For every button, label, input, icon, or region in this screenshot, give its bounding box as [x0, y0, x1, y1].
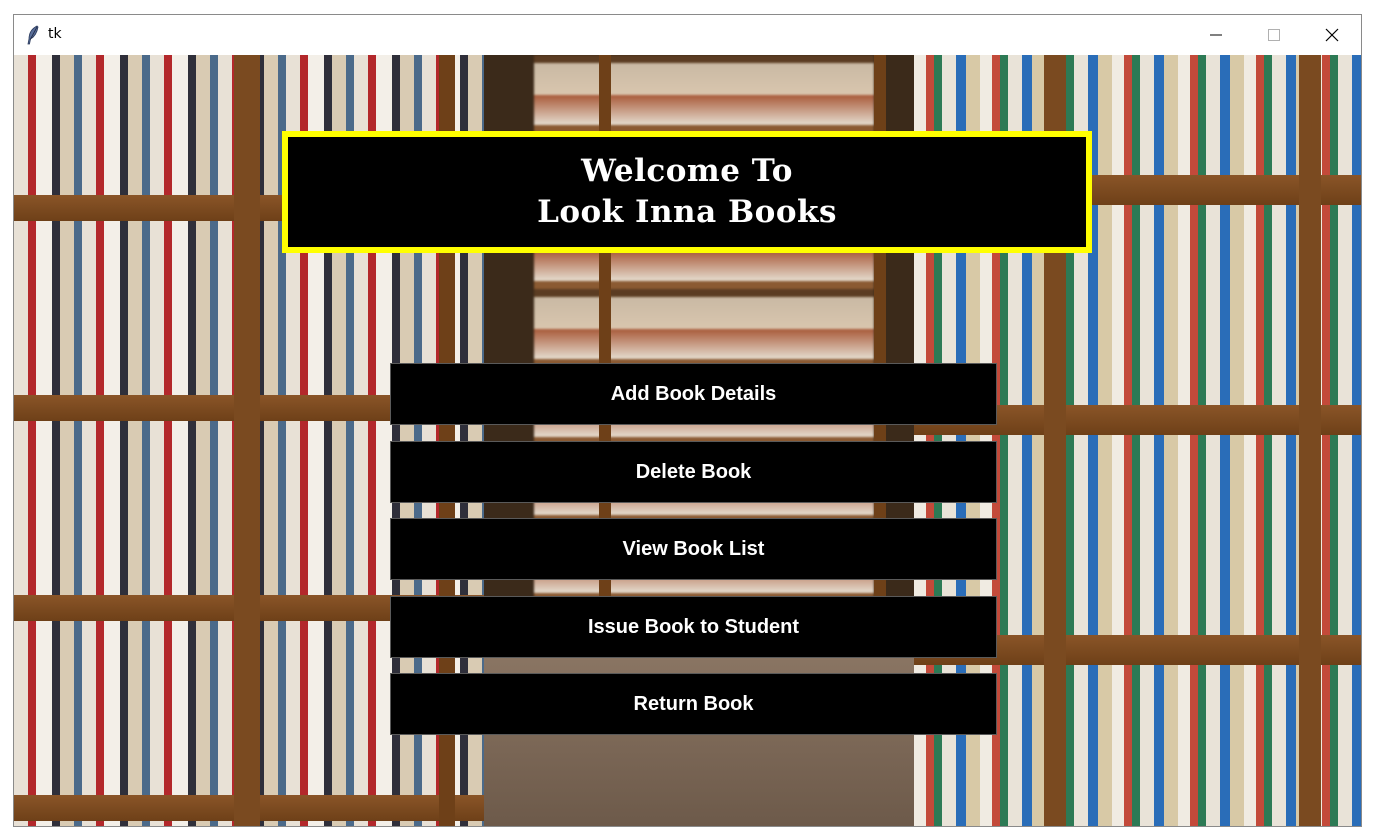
close-button[interactable]: [1303, 15, 1361, 55]
window-title: tk: [48, 26, 62, 42]
issue-book-to-student-button[interactable]: Issue Book to Student: [390, 596, 997, 658]
welcome-heading-line2: Look Inna Books: [537, 194, 837, 230]
shelf-post: [1299, 55, 1321, 826]
shelf-post: [234, 55, 260, 826]
title-bar[interactable]: tk: [14, 15, 1361, 55]
welcome-heading-line1: Welcome To: [581, 153, 793, 189]
return-book-button[interactable]: Return Book: [390, 673, 997, 735]
view-book-list-button[interactable]: View Book List: [390, 518, 997, 580]
minimize-icon: [1210, 34, 1222, 36]
delete-book-button[interactable]: Delete Book: [390, 441, 997, 503]
main-content: Welcome To Look Inna Books Add Book Deta…: [14, 55, 1361, 826]
app-window: tk Welcome To Look Inna Books Add Book D…: [13, 14, 1362, 827]
feather-icon: [27, 25, 39, 45]
maximize-icon: [1268, 29, 1280, 41]
minimize-button[interactable]: [1187, 15, 1245, 55]
close-icon: [1325, 28, 1339, 42]
welcome-banner: Welcome To Look Inna Books: [282, 131, 1092, 253]
add-book-details-button[interactable]: Add Book Details: [390, 363, 997, 425]
maximize-button[interactable]: [1245, 15, 1303, 55]
